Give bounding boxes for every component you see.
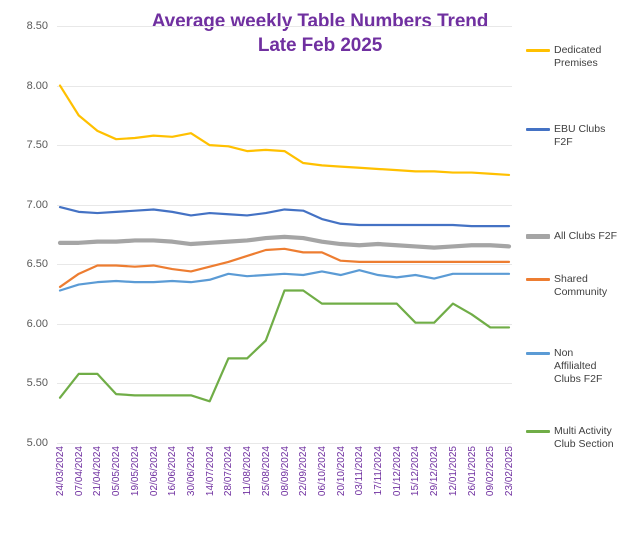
series-line xyxy=(57,234,512,250)
y-axis-tick-label: 8.50 xyxy=(26,20,48,32)
legend-item[interactable]: EBU Clubs F2F xyxy=(526,123,638,149)
legend-color-swatch xyxy=(526,278,550,281)
legend-item[interactable]: Non Affilialted Clubs F2F xyxy=(526,347,638,386)
y-axis-tick-label: 6.00 xyxy=(26,317,48,330)
x-axis-tick-label: 21/04/2024 xyxy=(92,446,104,497)
legend-item-label: EBU Clubs F2F xyxy=(554,123,606,148)
y-axis-tick-label: 8.00 xyxy=(26,79,48,92)
series-line xyxy=(58,269,511,292)
legend-color-swatch xyxy=(526,352,550,355)
legend-item[interactable]: Dedicated Premises xyxy=(526,44,638,70)
x-axis-tick-label: 17/11/2024 xyxy=(373,446,385,496)
x-axis-tick-label: 22/09/2024 xyxy=(298,446,310,497)
x-axis-tick-label: 02/06/2024 xyxy=(148,446,160,497)
plot-area xyxy=(57,26,512,444)
x-axis-tick-label: 01/12/2024 xyxy=(391,446,403,497)
x-axis-tick-label: 07/04/2024 xyxy=(73,446,85,497)
x-axis-tick-label: 06/10/2024 xyxy=(316,446,328,497)
legend-item-label: All Clubs F2F xyxy=(554,230,618,242)
x-axis-tick-label: 16/06/2024 xyxy=(167,446,179,497)
x-axis-tick-label: 30/06/2024 xyxy=(185,446,197,497)
y-axis-tick-label: 7.00 xyxy=(26,198,48,211)
x-axis-tick-label: 11/08/2024 xyxy=(242,446,254,496)
y-axis-tick-label: 5.50 xyxy=(26,377,48,390)
y-axis-tick-label: 6.50 xyxy=(26,258,48,271)
legend-color-swatch xyxy=(526,49,550,52)
x-axis: 24/03/2024 07/04/2024 21/04/2024 05/05/2024… xyxy=(55,443,515,534)
series-lines xyxy=(57,84,512,403)
x-axis-tick-label: 12/01/2025 xyxy=(447,446,459,497)
legend-item[interactable]: Shared Community xyxy=(526,273,638,299)
x-axis-tick-label: 14/07/2024 xyxy=(204,446,216,497)
series-line xyxy=(58,206,511,228)
chart-container: Average weekly Table Numbers Trend Late … xyxy=(0,0,640,534)
series-line xyxy=(58,289,511,403)
y-axis-tick-label: 7.50 xyxy=(26,139,48,152)
x-axis-tick-label: 29/12/2024 xyxy=(429,446,441,497)
legend-item-label: Non Affilialted Clubs F2F xyxy=(554,347,603,385)
series-line xyxy=(58,84,511,177)
x-axis-tick-label: 08/09/2024 xyxy=(279,446,291,497)
legend-color-swatch xyxy=(526,430,550,433)
x-axis-tick-label: 28/07/2024 xyxy=(223,446,235,497)
y-axis-tick-label: 5.00 xyxy=(26,437,48,449)
legend-item-label: Shared Community xyxy=(554,273,608,298)
x-axis-tick-label: 03/11/2024 xyxy=(354,446,366,496)
x-axis-tick-label: 15/12/2024 xyxy=(410,446,422,497)
x-axis-tick-label: 05/05/2024 xyxy=(111,446,123,497)
x-axis-tick-label: 24/03/2024 xyxy=(55,446,66,497)
x-axis-tick-label: 20/10/2024 xyxy=(335,446,347,497)
chart-legend: Dedicated Premises EBU Clubs F2F All Clubs… xyxy=(526,30,636,460)
legend-color-swatch xyxy=(526,128,550,131)
x-axis-tick-label: 19/05/2024 xyxy=(129,446,141,497)
legend-item-label: Multi Activity Club Section xyxy=(554,425,614,450)
x-axis-tick-label: 26/01/2025 xyxy=(466,446,478,497)
x-axis-tick-label: 25/08/2024 xyxy=(260,446,272,497)
legend-item[interactable]: All Clubs F2F xyxy=(526,230,638,243)
legend-color-swatch xyxy=(526,234,550,239)
x-axis-tick-label: 23/02/2025 xyxy=(504,446,515,497)
legend-item[interactable]: Multi Activity Club Section xyxy=(526,425,638,451)
x-axis-tick-label: 09/02/2025 xyxy=(485,446,497,497)
y-axis: 8.50 8.00 7.50 7.00 6.50 6.00 5.50 5.00 xyxy=(0,0,57,460)
legend-item-label: Dedicated Premises xyxy=(554,44,602,69)
